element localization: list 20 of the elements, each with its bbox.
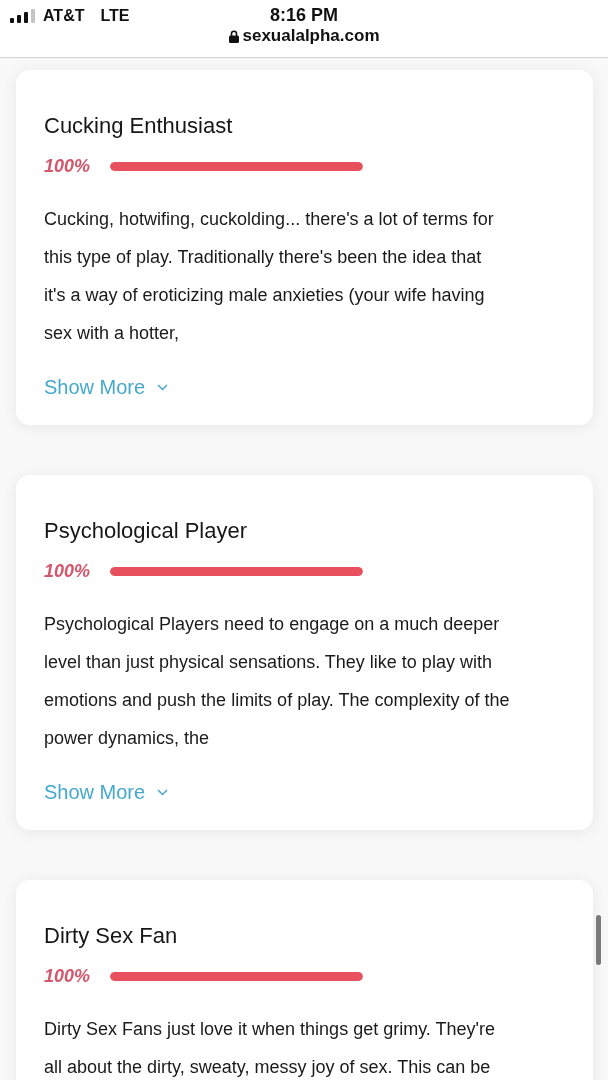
signal-icon <box>10 9 35 23</box>
carrier-name: AT&T <box>43 6 85 26</box>
show-more-link[interactable]: Show More <box>44 375 169 399</box>
percent-label: 100% <box>44 561 92 581</box>
scrollbar-thumb[interactable] <box>596 915 601 965</box>
network-type: LTE <box>100 6 130 26</box>
result-description: Cucking, hotwifing, cuckolding... there's a lot of terms for this type of play. Traditionally there's been the idea that it's a way of eroticizing male anxieties (your wife having sex with a hotter, <box>44 208 495 345</box>
result-description: Dirty Sex Fans just love it when things get grimy. They're all about the dirty, sweaty, messy joy of sex. This can be <box>44 1018 496 1079</box>
lock-icon <box>228 29 239 43</box>
result-title: Cucking Enthusiast <box>44 114 234 138</box>
result-title: Dirty Sex Fan <box>44 924 179 948</box>
chevron-down-icon <box>157 788 169 796</box>
result-title: Psychological Player <box>44 519 248 543</box>
percent-label: 100% <box>44 966 92 986</box>
result-description: Psychological Players need to engage on a much deeper level than just physical sensations. They like to play with emotions and push the limits of play. The complexity of the power dynamics, the <box>44 613 511 750</box>
percent-label: 100% <box>44 156 92 176</box>
clock-time: 8:16 PM <box>270 4 338 26</box>
show-more-link[interactable]: Show More <box>44 780 169 804</box>
chevron-down-icon <box>157 383 169 391</box>
url-text: sexualalpha.com <box>242 26 380 46</box>
